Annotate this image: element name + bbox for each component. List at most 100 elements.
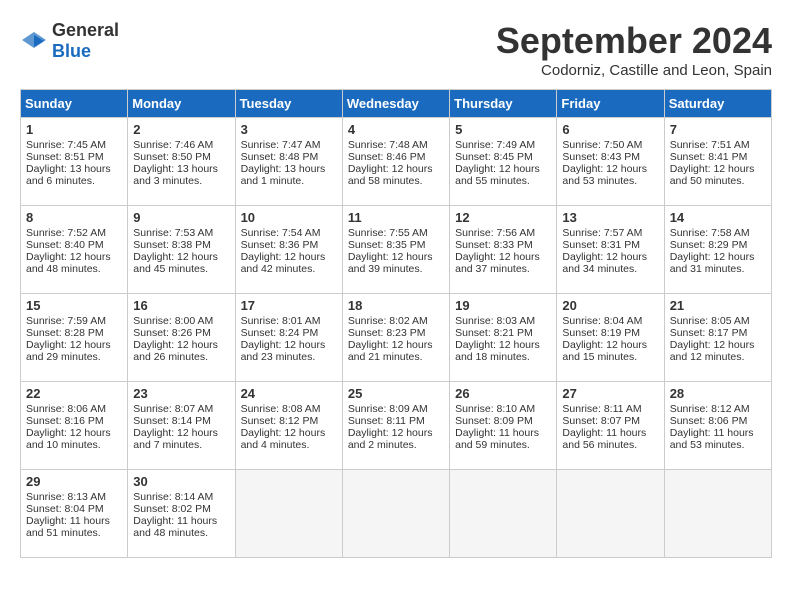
calendar-table: SundayMondayTuesdayWednesdayThursdayFrid… <box>20 89 772 558</box>
day-cell: 3Sunrise: 7:47 AMSunset: 8:48 PMDaylight… <box>235 118 342 206</box>
day-number: 3 <box>241 122 337 137</box>
day-info: Sunset: 8:29 PM <box>670 239 766 251</box>
day-info: Daylight: 11 hours <box>133 515 229 527</box>
day-info: Sunset: 8:12 PM <box>241 415 337 427</box>
day-info: Sunrise: 8:13 AM <box>26 491 122 503</box>
day-info: Sunrise: 8:14 AM <box>133 491 229 503</box>
day-info: Sunrise: 8:10 AM <box>455 403 551 415</box>
day-info: Daylight: 12 hours <box>241 427 337 439</box>
day-info: Daylight: 12 hours <box>26 339 122 351</box>
day-info: Sunset: 8:07 PM <box>562 415 658 427</box>
day-cell <box>557 470 664 558</box>
day-info: Sunrise: 8:00 AM <box>133 315 229 327</box>
day-info: Sunset: 8:26 PM <box>133 327 229 339</box>
week-row-4: 22Sunrise: 8:06 AMSunset: 8:16 PMDayligh… <box>21 382 772 470</box>
day-info: Daylight: 13 hours <box>26 163 122 175</box>
day-info: Sunset: 8:33 PM <box>455 239 551 251</box>
day-number: 13 <box>562 210 658 225</box>
day-info: Daylight: 12 hours <box>562 339 658 351</box>
day-info: Sunset: 8:45 PM <box>455 151 551 163</box>
day-info: and 37 minutes. <box>455 263 551 275</box>
day-cell: 20Sunrise: 8:04 AMSunset: 8:19 PMDayligh… <box>557 294 664 382</box>
day-info: Sunset: 8:21 PM <box>455 327 551 339</box>
day-cell: 24Sunrise: 8:08 AMSunset: 8:12 PMDayligh… <box>235 382 342 470</box>
day-info: and 3 minutes. <box>133 175 229 187</box>
day-info: Daylight: 12 hours <box>241 251 337 263</box>
day-info: Sunset: 8:02 PM <box>133 503 229 515</box>
col-header-monday: Monday <box>128 90 235 118</box>
day-info: Sunset: 8:51 PM <box>26 151 122 163</box>
day-number: 30 <box>133 474 229 489</box>
day-info: Daylight: 12 hours <box>562 163 658 175</box>
day-cell: 17Sunrise: 8:01 AMSunset: 8:24 PMDayligh… <box>235 294 342 382</box>
week-row-5: 29Sunrise: 8:13 AMSunset: 8:04 PMDayligh… <box>21 470 772 558</box>
day-info: Daylight: 12 hours <box>670 163 766 175</box>
day-number: 15 <box>26 298 122 313</box>
day-info: and 4 minutes. <box>241 439 337 451</box>
day-info: Daylight: 11 hours <box>562 427 658 439</box>
day-cell: 10Sunrise: 7:54 AMSunset: 8:36 PMDayligh… <box>235 206 342 294</box>
day-cell: 25Sunrise: 8:09 AMSunset: 8:11 PMDayligh… <box>342 382 449 470</box>
day-cell: 18Sunrise: 8:02 AMSunset: 8:23 PMDayligh… <box>342 294 449 382</box>
day-info: and 1 minute. <box>241 175 337 187</box>
day-info: and 7 minutes. <box>133 439 229 451</box>
day-info: Daylight: 12 hours <box>455 163 551 175</box>
day-info: and 12 minutes. <box>670 351 766 363</box>
day-info: and 42 minutes. <box>241 263 337 275</box>
day-number: 27 <box>562 386 658 401</box>
day-info: Daylight: 12 hours <box>241 339 337 351</box>
day-number: 23 <box>133 386 229 401</box>
day-cell: 15Sunrise: 7:59 AMSunset: 8:28 PMDayligh… <box>21 294 128 382</box>
day-info: Sunrise: 8:05 AM <box>670 315 766 327</box>
day-cell <box>235 470 342 558</box>
day-info: Sunrise: 8:01 AM <box>241 315 337 327</box>
day-info: Sunrise: 8:04 AM <box>562 315 658 327</box>
day-number: 5 <box>455 122 551 137</box>
day-info: and 21 minutes. <box>348 351 444 363</box>
day-info: Sunrise: 7:56 AM <box>455 227 551 239</box>
day-cell: 5Sunrise: 7:49 AMSunset: 8:45 PMDaylight… <box>450 118 557 206</box>
col-header-tuesday: Tuesday <box>235 90 342 118</box>
logo-general: General <box>52 20 119 40</box>
day-info: Sunset: 8:50 PM <box>133 151 229 163</box>
day-info: Daylight: 13 hours <box>241 163 337 175</box>
day-number: 24 <box>241 386 337 401</box>
day-info: and 6 minutes. <box>26 175 122 187</box>
day-info: Daylight: 12 hours <box>133 427 229 439</box>
day-info: and 29 minutes. <box>26 351 122 363</box>
day-info: Sunrise: 7:53 AM <box>133 227 229 239</box>
day-info: Sunset: 8:35 PM <box>348 239 444 251</box>
day-info: Daylight: 12 hours <box>26 251 122 263</box>
day-cell: 29Sunrise: 8:13 AMSunset: 8:04 PMDayligh… <box>21 470 128 558</box>
week-row-1: 1Sunrise: 7:45 AMSunset: 8:51 PMDaylight… <box>21 118 772 206</box>
day-info: Sunset: 8:09 PM <box>455 415 551 427</box>
day-info: Sunset: 8:23 PM <box>348 327 444 339</box>
page-header: General Blue September 2024 Codorniz, Ca… <box>20 20 772 79</box>
day-info: Daylight: 12 hours <box>670 251 766 263</box>
day-cell: 27Sunrise: 8:11 AMSunset: 8:07 PMDayligh… <box>557 382 664 470</box>
day-cell: 12Sunrise: 7:56 AMSunset: 8:33 PMDayligh… <box>450 206 557 294</box>
day-info: Sunset: 8:11 PM <box>348 415 444 427</box>
header-row: SundayMondayTuesdayWednesdayThursdayFrid… <box>21 90 772 118</box>
day-info: Sunrise: 7:45 AM <box>26 139 122 151</box>
day-number: 29 <box>26 474 122 489</box>
day-cell <box>664 470 771 558</box>
day-info: Sunrise: 8:02 AM <box>348 315 444 327</box>
day-number: 21 <box>670 298 766 313</box>
month-title: September 2024 <box>496 20 772 62</box>
col-header-saturday: Saturday <box>664 90 771 118</box>
day-cell: 28Sunrise: 8:12 AMSunset: 8:06 PMDayligh… <box>664 382 771 470</box>
day-info: and 53 minutes. <box>562 175 658 187</box>
day-info: Sunrise: 7:59 AM <box>26 315 122 327</box>
day-info: Sunset: 8:16 PM <box>26 415 122 427</box>
day-info: and 58 minutes. <box>348 175 444 187</box>
day-info: Daylight: 11 hours <box>455 427 551 439</box>
day-info: Sunset: 8:38 PM <box>133 239 229 251</box>
day-info: Sunrise: 7:47 AM <box>241 139 337 151</box>
day-info: and 10 minutes. <box>26 439 122 451</box>
day-info: Sunset: 8:41 PM <box>670 151 766 163</box>
day-info: Sunset: 8:31 PM <box>562 239 658 251</box>
day-cell: 23Sunrise: 8:07 AMSunset: 8:14 PMDayligh… <box>128 382 235 470</box>
day-number: 11 <box>348 210 444 225</box>
day-info: Sunset: 8:43 PM <box>562 151 658 163</box>
